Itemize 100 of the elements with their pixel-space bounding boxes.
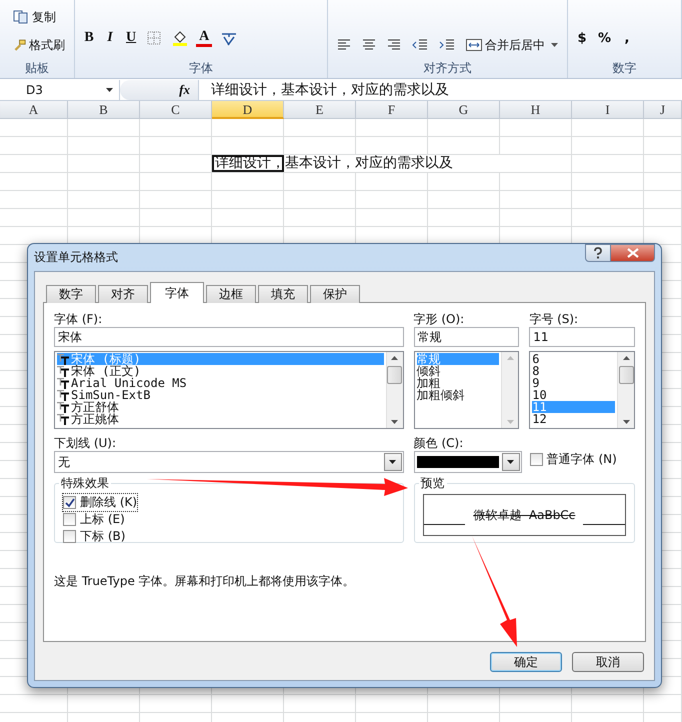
column-header[interactable]: C — [140, 101, 212, 119]
sheet-cell[interactable] — [212, 173, 284, 191]
sheet-cell[interactable] — [644, 695, 682, 713]
sheet-cell[interactable] — [68, 191, 140, 209]
font-color-button[interactable]: A — [196, 29, 212, 47]
effect-checkbox[interactable]: 下标 (B) — [63, 528, 126, 545]
color-dropdown[interactable] — [414, 451, 522, 473]
sheet-cell[interactable] — [0, 173, 68, 191]
sheet-cell[interactable] — [0, 155, 68, 173]
font-list-item[interactable]: 方正姚体 — [57, 413, 384, 425]
font-field[interactable]: 宋体 — [54, 327, 404, 347]
column-header[interactable]: D — [212, 101, 284, 119]
style-list-item[interactable]: 加粗 — [416, 377, 500, 389]
sheet-cell[interactable] — [428, 173, 500, 191]
sheet-cell[interactable] — [572, 191, 644, 209]
sheet-cell[interactable] — [428, 695, 500, 713]
underline-button[interactable]: U — [123, 27, 140, 49]
bold-button[interactable]: B — [81, 27, 97, 49]
font-list-item[interactable]: 宋体 (正文) — [57, 365, 384, 377]
sheet-cell[interactable] — [0, 191, 68, 209]
sheet-cell[interactable] — [68, 695, 140, 713]
sheet-cell[interactable] — [140, 137, 212, 155]
sheet-cell[interactable] — [0, 695, 68, 713]
sheet-cell[interactable] — [572, 173, 644, 191]
style-list-item[interactable]: 加粗倾斜 — [416, 389, 500, 401]
sheet-cell[interactable] — [644, 209, 682, 227]
column-header[interactable]: F — [356, 101, 428, 119]
italic-button[interactable]: I — [102, 27, 118, 49]
insert-function-button[interactable]: fx — [179, 82, 190, 98]
sheet-cell[interactable] — [212, 695, 284, 713]
size-list-item[interactable]: 8 — [532, 365, 615, 377]
font-list-item[interactable]: SimSun-ExtB — [57, 389, 384, 401]
sheet-cell[interactable] — [644, 119, 682, 137]
effect-checkbox[interactable]: 删除线 (K) — [63, 494, 138, 511]
sheet-cell[interactable] — [356, 209, 428, 227]
sheet-cell[interactable] — [0, 209, 68, 227]
format-painter-button[interactable]: 格式刷 — [10, 34, 68, 56]
sheet-cell[interactable] — [428, 119, 500, 137]
sheet-cell[interactable] — [572, 695, 644, 713]
help-button[interactable] — [585, 244, 611, 262]
comma-button[interactable]: , — [619, 27, 636, 49]
sheet-cell[interactable] — [356, 173, 428, 191]
column-header[interactable]: E — [284, 101, 356, 119]
dialog-tab[interactable]: 填充 — [258, 285, 308, 303]
cancel-button[interactable]: 取消 — [572, 652, 644, 672]
sheet-cell[interactable] — [356, 191, 428, 209]
ok-button[interactable]: 确定 — [490, 652, 562, 672]
sheet-cell[interactable] — [644, 137, 682, 155]
normal-font-checkbox[interactable]: 普通字体 (N) — [530, 451, 617, 468]
merge-center-button[interactable]: 合并后居中 — [463, 34, 561, 56]
sheet-cell[interactable] — [428, 209, 500, 227]
scrollbar-thumb[interactable] — [387, 366, 402, 384]
font-list-item[interactable]: Arial Unicode MS — [57, 377, 384, 389]
sheet-cell[interactable] — [644, 155, 682, 173]
column-header[interactable]: A — [0, 101, 68, 119]
size-list-item[interactable]: 9 — [532, 377, 615, 389]
sheet-cell[interactable] — [212, 191, 284, 209]
sheet-cell[interactable] — [356, 119, 428, 137]
sheet-cell[interactable] — [572, 137, 644, 155]
sheet-cell[interactable] — [572, 119, 644, 137]
sheet-cell[interactable] — [212, 209, 284, 227]
copy-button[interactable]: 复制 — [10, 6, 68, 28]
sheet-cell[interactable] — [644, 191, 682, 209]
style-list-item[interactable]: 倾斜 — [416, 365, 500, 377]
sheet-cell[interactable] — [68, 137, 140, 155]
sheet-cell[interactable] — [284, 695, 356, 713]
name-box[interactable]: D3 — [0, 80, 120, 100]
sheet-cell[interactable] — [68, 209, 140, 227]
scrollbar-thumb[interactable] — [618, 366, 634, 384]
column-header[interactable]: H — [500, 101, 572, 119]
scrollbar[interactable] — [617, 352, 634, 428]
sheet-cell[interactable] — [0, 119, 68, 137]
dialog-tab[interactable]: 边框 — [206, 285, 256, 303]
sheet-cell[interactable] — [356, 695, 428, 713]
underline-dropdown[interactable]: 无 — [54, 451, 404, 473]
column-header[interactable]: I — [572, 101, 644, 119]
currency-button[interactable]: $ — [574, 27, 590, 49]
sheet-cell[interactable] — [212, 119, 284, 137]
dialog-tab[interactable]: 保护 — [310, 285, 360, 303]
sheet-cell[interactable] — [140, 695, 212, 713]
style-field[interactable]: 常规 — [414, 327, 520, 347]
scrollbar[interactable] — [386, 352, 403, 428]
size-list-item[interactable]: 10 — [532, 389, 615, 401]
sheet-cell[interactable] — [68, 155, 140, 173]
font-list-item[interactable]: 方正舒体 — [57, 401, 384, 413]
sheet-cell[interactable] — [500, 209, 572, 227]
dialog-tab[interactable]: 数字 — [46, 285, 96, 303]
sheet-cell[interactable] — [500, 191, 572, 209]
dialog-tab[interactable]: 对齐 — [98, 285, 148, 303]
sheet-cell[interactable] — [140, 191, 212, 209]
sheet-cell[interactable] — [0, 137, 68, 155]
size-list-item[interactable]: 12 — [532, 413, 615, 425]
size-list-item[interactable]: 6 — [532, 353, 615, 365]
scrollbar[interactable] — [501, 352, 518, 428]
sheet-cell[interactable] — [68, 119, 140, 137]
column-header[interactable]: G — [428, 101, 500, 119]
sheet-cell[interactable] — [284, 173, 356, 191]
sheet-cell[interactable] — [284, 119, 356, 137]
sheet-cell[interactable] — [68, 173, 140, 191]
sheet-cell[interactable] — [284, 191, 356, 209]
